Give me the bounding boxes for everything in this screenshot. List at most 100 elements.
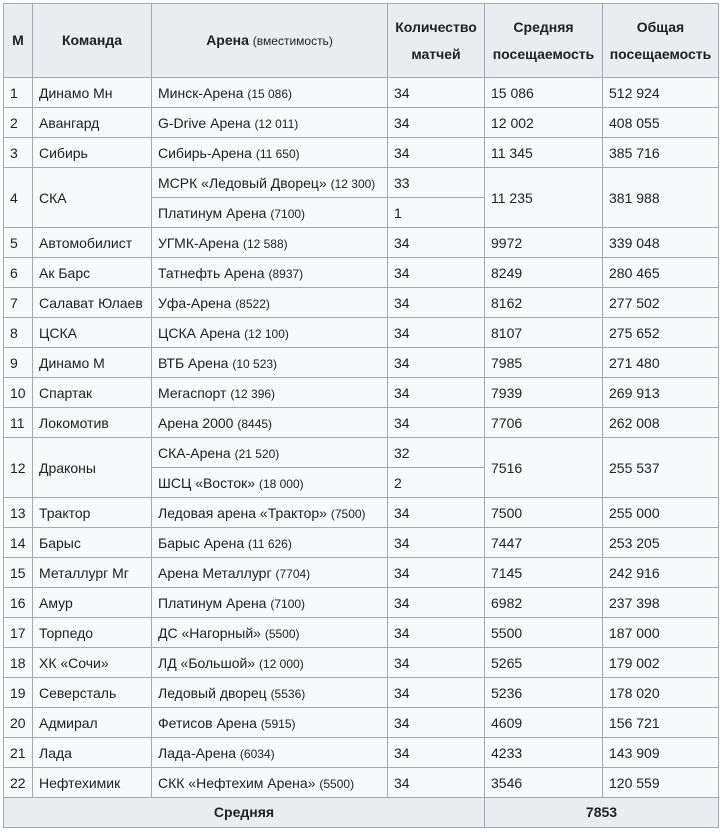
cell-total: 255 537	[602, 437, 719, 498]
cell-team: Ак Барс	[32, 257, 152, 288]
cell-team: Локомотив	[32, 407, 152, 438]
cell-avg: 9972	[484, 227, 603, 258]
arena-name: СКА-Арена	[158, 444, 231, 461]
cell-arena: Татнефть Арена (8937)	[151, 257, 388, 288]
header-avg[interactable]: Средняя посещаемость	[484, 3, 603, 78]
arena-capacity: (8445)	[237, 416, 273, 431]
arena-capacity: (12 000)	[259, 656, 304, 671]
cell-rank: 12	[3, 437, 33, 498]
table-row: 15 Металлург Мг Арена Металлург (7704) 34 71…	[3, 557, 719, 588]
table-row: 22 Нефтехимик СКК «Нефтехим Арена» (5500) 3…	[3, 767, 719, 798]
cell-arena: ВТБ Арена (10 523)	[151, 347, 388, 378]
cell-total: 512 924	[602, 77, 719, 108]
cell-team: Барыс	[32, 527, 152, 558]
cell-rank: 7	[3, 287, 33, 318]
cell-team: Северсталь	[32, 677, 152, 708]
arena-name: G-Drive Арена	[158, 114, 251, 131]
cell-rank: 8	[3, 317, 33, 348]
cell-rank: 22	[3, 767, 33, 798]
arena-capacity: (12 396)	[230, 386, 276, 401]
table-row: 8 ЦСКА ЦСКА Арена (12 100) 34 8107 275 652	[3, 317, 719, 348]
cell-team: Трактор	[32, 497, 152, 528]
cell-rank: 6	[3, 257, 33, 288]
arena-capacity: (8937)	[268, 266, 304, 281]
cell-arena: СКА-Арена (21 520)	[151, 437, 388, 468]
cell-total: 156 721	[602, 707, 719, 738]
cell-arena: Ледовая арена «Трактор» (7500)	[151, 497, 388, 528]
cell-team: Авангард	[32, 107, 152, 138]
arena-capacity: (7500)	[330, 506, 366, 521]
cell-arena: ЦСКА Арена (12 100)	[151, 317, 388, 348]
cell-arena: G-Drive Арена (12 011)	[151, 107, 388, 138]
cell-matches: 34	[387, 767, 485, 798]
table-row: 20 Адмирал Фетисов Арена (5915) 34 4609 156 7…	[3, 707, 719, 738]
cell-avg: 5265	[484, 647, 603, 678]
cell-total: 408 055	[602, 107, 719, 138]
cell-rank: 2	[3, 107, 33, 138]
arena-name: ДС «Нагорный»	[158, 624, 261, 641]
footer-row: Средняя 7853	[3, 797, 719, 828]
cell-matches: 2	[387, 467, 485, 498]
table-body: 1 Динамо Мн Минск-Арена (15 086) 34 15 086 51…	[3, 77, 719, 798]
cell-arena: Арена Металлург (7704)	[151, 557, 388, 588]
arena-capacity: (12 011)	[254, 116, 299, 131]
cell-avg: 7706	[484, 407, 603, 438]
table-row: 4 СКА МСРК «Ледовый Дворец» (12 300) 33 11 2…	[3, 167, 719, 228]
cell-total: 275 652	[602, 317, 719, 348]
cell-matches: 34	[387, 587, 485, 618]
table-row: 11 Локомотив Арена 2000 (8445) 34 7706 262 00…	[3, 407, 719, 438]
cell-matches: 34	[387, 647, 485, 678]
cell-arena: Мегаспорт (12 396)	[151, 377, 388, 408]
cell-team: Металлург Мг	[32, 557, 152, 588]
arena-capacity: (5500)	[319, 776, 355, 791]
cell-avg: 7500	[484, 497, 603, 528]
cell-arena: Минск-Арена (15 086)	[151, 77, 388, 108]
cell-team: Спартак	[32, 377, 152, 408]
cell-team: Динамо М	[32, 347, 152, 378]
cell-matches: 34	[387, 257, 485, 288]
arena-name: УГМК-Арена	[158, 234, 240, 251]
cell-total: 277 502	[602, 287, 719, 318]
cell-total: 271 480	[602, 347, 719, 378]
header-arena-note: (вместимость)	[252, 33, 333, 48]
cell-total: 242 916	[602, 557, 719, 588]
cell-avg: 15 086	[484, 77, 603, 108]
cell-avg: 7516	[484, 437, 603, 498]
cell-avg: 11 235	[484, 167, 603, 228]
table-row: 17 Торпедо ДС «Нагорный» (5500) 34 5500 187 0…	[3, 617, 719, 648]
header-matches[interactable]: Количество матчей	[387, 3, 485, 78]
cell-avg: 7447	[484, 527, 603, 558]
arena-capacity: (8522)	[235, 296, 270, 311]
arena-capacity: (11 626)	[248, 536, 292, 551]
cell-total: 280 465	[602, 257, 719, 288]
cell-team: Лада	[32, 737, 152, 768]
arena-capacity: (12 300)	[330, 176, 376, 191]
cell-rank: 17	[3, 617, 33, 648]
cell-matches: 34	[387, 737, 485, 768]
cell-rank: 3	[3, 137, 33, 168]
cell-avg: 7985	[484, 347, 603, 378]
header-team[interactable]: Команда	[32, 3, 152, 78]
header-m[interactable]: М	[3, 3, 33, 78]
table-row: 7 Салават Юлаев Уфа-Арена (8522) 34 8162 277 …	[3, 287, 719, 318]
cell-matches: 34	[387, 347, 485, 378]
table-row: 12 Драконы СКА-Арена (21 520) 32 7516 255 537	[3, 437, 719, 498]
header-arena[interactable]: Арена (вместимость)	[151, 3, 388, 78]
arena-name: Лада-Арена	[158, 744, 237, 761]
header-total[interactable]: Общая посещаемость	[602, 3, 719, 78]
cell-arena: ЛД «Большой» (12 000)	[151, 647, 388, 678]
cell-avg: 12 002	[484, 107, 603, 138]
cell-avg: 3546	[484, 767, 603, 798]
cell-total: 179 002	[602, 647, 719, 678]
cell-arena: СКК «Нефтехим Арена» (5500)	[151, 767, 388, 798]
arena-name: Платинум Арена	[158, 204, 267, 221]
arena-name: Барыс Арена	[158, 534, 245, 551]
arena-capacity: (7100)	[270, 596, 306, 611]
arena-capacity: (7100)	[270, 206, 306, 221]
cell-arena: ДС «Нагорный» (5500)	[151, 617, 388, 648]
cell-arena: Ледовый дворец (5536)	[151, 677, 388, 708]
cell-team: ЦСКА	[32, 317, 152, 348]
table-row: 19 Северсталь Ледовый дворец (5536) 34 5236 1…	[3, 677, 719, 708]
cell-avg: 8249	[484, 257, 603, 288]
arena-capacity: (5915)	[260, 716, 296, 731]
